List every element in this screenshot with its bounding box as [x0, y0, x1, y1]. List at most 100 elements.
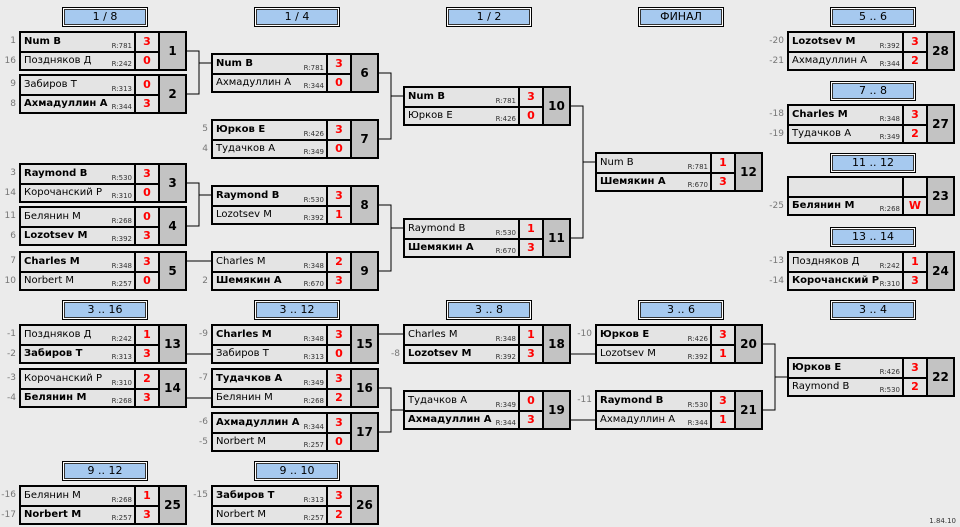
- player-row: Lozotsev M R:392 1: [213, 205, 350, 223]
- player-row: Raymond B R:530 2: [789, 377, 926, 395]
- player-score: 3: [520, 88, 542, 106]
- match-20[interactable]: Юрков Е R:426 3 Lozotsev M R:392 1 20: [595, 324, 763, 364]
- player-seed: -11: [577, 395, 592, 405]
- player-name-text: Ахмадуллин А: [600, 414, 676, 425]
- player-name-text: Ахмадуллин А: [216, 417, 300, 428]
- round-header-label: ФИНАЛ: [640, 9, 722, 25]
- round-header-label: 3 .. 8: [448, 302, 530, 318]
- match-22[interactable]: Юрков Е R:426 3 Raymond B R:530 2 22: [787, 357, 955, 397]
- match-21[interactable]: Raymond B R:530 3 Ахмадуллин А R:344 1 21: [595, 390, 763, 430]
- match-7[interactable]: Юрков Е R:426 3 Тудачков А R:349 0 7: [211, 119, 379, 159]
- player-name: Lozotsev M R:392: [789, 33, 902, 51]
- match-12[interactable]: Num B R:781 1 Шемякин А R:670 3 12: [595, 152, 763, 192]
- player-rating: R:344: [111, 103, 132, 111]
- player-seed: 10: [4, 276, 16, 286]
- match-8[interactable]: Raymond B R:530 3 Lozotsev M R:392 1 8: [211, 185, 379, 225]
- player-name: Юрков Е R:426: [789, 359, 902, 377]
- player-row: Белянин М R:268 3: [21, 388, 158, 406]
- player-name: Num B R:781: [405, 88, 518, 106]
- player-score: 3: [136, 346, 158, 362]
- player-name: Charles M R:348: [213, 326, 326, 344]
- match-26[interactable]: Забиров Т R:313 3 Norbert M R:257 2 26: [211, 485, 379, 525]
- player-name: Поздняков Д R:242: [789, 253, 902, 271]
- player-name: Поздняков Д R:242: [21, 53, 134, 69]
- player-seed: -21: [769, 56, 784, 66]
- player-rating: R:349: [303, 148, 324, 156]
- player-name: Белянин М R:268: [213, 390, 326, 406]
- player-name: Юрков Е R:426: [405, 108, 518, 124]
- player-seed: 4: [202, 144, 208, 154]
- connector-line: [379, 387, 403, 433]
- player-score: 3: [328, 414, 350, 432]
- match-28[interactable]: Lozotsev M R:392 3 Ахмадуллин А R:344 2 28: [787, 31, 955, 71]
- player-rating: R:344: [303, 423, 324, 431]
- match-14[interactable]: Корочанский Р R:310 2 Белянин М R:268 3 14: [19, 368, 187, 408]
- player-rating: R:344: [879, 60, 900, 68]
- player-name-text: Поздняков Д: [792, 256, 860, 267]
- match-16[interactable]: Тудачков А R:349 3 Белянин М R:268 2 16: [211, 368, 379, 408]
- player-name: Забиров Т R:313: [21, 346, 134, 362]
- player-score: 1: [712, 346, 734, 362]
- match-27[interactable]: Charles M R:348 3 Тудачков А R:349 2 27: [787, 104, 955, 144]
- match-5[interactable]: Charles M R:348 3 Norbert M R:257 0 5: [19, 251, 187, 291]
- player-name-text: Белянин М: [216, 392, 273, 403]
- match-17[interactable]: Ахмадуллин А R:344 3 Norbert M R:257 0 17: [211, 412, 379, 452]
- player-row: Lozotsev M R:392 3: [21, 226, 158, 244]
- player-seed: 2: [202, 276, 208, 286]
- player-row: Lozotsev M R:392 3: [789, 33, 926, 51]
- match-11[interactable]: Raymond B R:530 1 Шемякин А R:670 3 11: [403, 218, 571, 258]
- match-9[interactable]: Charles M R:348 2 Шемякин А R:670 3 9: [211, 251, 379, 291]
- player-name-text: Белянин М: [24, 490, 81, 501]
- player-rating: R:530: [879, 386, 900, 394]
- match-15[interactable]: Charles M R:348 3 Забиров Т R:313 0 15: [211, 324, 379, 364]
- player-name-text: Charles M: [216, 329, 272, 340]
- player-rating: R:426: [879, 368, 900, 376]
- player-rating: R:310: [879, 280, 900, 288]
- match-23[interactable]: Белянин М R:268 W 23: [787, 176, 955, 216]
- match-number: 24: [928, 253, 953, 289]
- player-name: Ахмадуллин А R:344: [405, 412, 518, 428]
- match-18[interactable]: Charles M R:348 1 Lozotsev M R:392 3 18: [403, 324, 571, 364]
- match-24[interactable]: Поздняков Д R:242 1 Корочанский Р R:310 3 24: [787, 251, 955, 291]
- player-score: 3: [136, 33, 158, 51]
- player-rating: R:530: [111, 174, 132, 182]
- player-row: Юрков Е R:426 0: [405, 106, 542, 124]
- player-score: 0: [328, 346, 350, 362]
- player-name-text: Юрков Е: [792, 362, 842, 373]
- player-name-text: Ахмадуллин А: [24, 98, 108, 109]
- player-name-text: Ахмадуллин А: [408, 414, 492, 425]
- match-2[interactable]: Забиров Т R:313 0 Ахмадуллин А R:344 3 2: [19, 74, 187, 114]
- player-rating: R:781: [495, 97, 516, 105]
- player-rating: R:344: [495, 419, 516, 427]
- player-name-text: Юрков Е: [216, 124, 266, 135]
- player-score: 3: [520, 346, 542, 362]
- match-1[interactable]: Num B R:781 3 Поздняков Д R:242 0 1: [19, 31, 187, 71]
- match-number: 5: [160, 253, 185, 289]
- round-header: ФИНАЛ: [638, 7, 724, 27]
- player-row: Ахмадуллин А R:344 3: [21, 94, 158, 112]
- player-score: 1: [328, 207, 350, 223]
- player-row: Белянин М R:268 W: [789, 196, 926, 214]
- match-4[interactable]: Белянин М R:268 0 Lozotsev M R:392 3 4: [19, 206, 187, 246]
- player-row: Num B R:781 3: [405, 88, 542, 106]
- player-rating: R:670: [495, 247, 516, 255]
- match-6[interactable]: Num B R:781 3 Ахмадуллин А R:344 0 6: [211, 53, 379, 93]
- player-name-text: Charles M: [216, 256, 266, 267]
- player-name: Белянин М R:268: [789, 198, 902, 214]
- match-number: 22: [928, 359, 953, 395]
- match-10[interactable]: Num B R:781 3 Юрков Е R:426 0 10: [403, 86, 571, 126]
- match-19[interactable]: Тудачков А R:349 0 Ахмадуллин А R:344 3 19: [403, 390, 571, 430]
- player-rating: R:392: [495, 353, 516, 361]
- match-number: 13: [160, 326, 185, 362]
- player-name-text: Шемякин А: [600, 176, 666, 187]
- player-name: Корочанский Р R:310: [789, 273, 902, 289]
- match-25[interactable]: Белянин М R:268 1 Norbert M R:257 3 25: [19, 485, 187, 525]
- player-name-text: Norbert M: [216, 509, 267, 520]
- player-seed: -4: [7, 393, 16, 403]
- player-row: Lozotsev M R:392 1: [597, 344, 734, 362]
- match-number: 12: [736, 154, 761, 190]
- player-name-text: Charles M: [408, 329, 458, 340]
- match-3[interactable]: Raymond B R:530 3 Корочанский Р R:310 0 3: [19, 163, 187, 203]
- match-13[interactable]: Поздняков Д R:242 1 Забиров Т R:313 3 13: [19, 324, 187, 364]
- player-row: Num B R:781 3: [213, 55, 350, 73]
